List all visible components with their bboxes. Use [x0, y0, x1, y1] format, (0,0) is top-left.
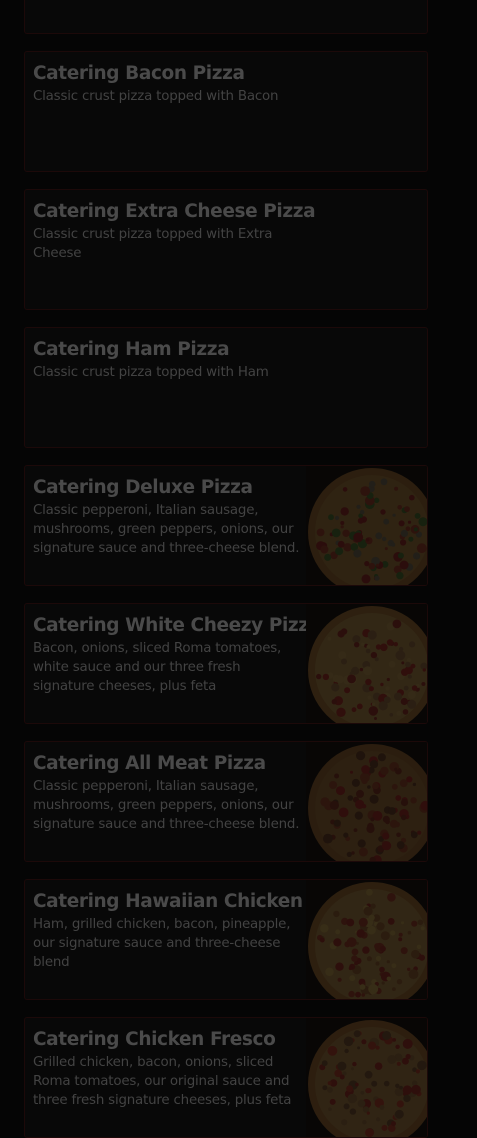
menu-item-title: Catering Chicken Fresco [33, 1029, 276, 1050]
menu-item-description: Classic crust pizza topped with Extra Ch… [33, 227, 273, 261]
menu-item-card-white-cheezy-pizza[interactable]: Catering White Cheezy Pizza Bacon, onion… [24, 603, 428, 724]
menu-item-text: Catering Ham Pizza Classic crust pizza t… [33, 337, 299, 382]
menu-item-description: Classic pepperoni, Italian sausage, mush… [33, 779, 300, 832]
menu-item-text: Catering All Meat Pizza Classic pepperon… [33, 751, 301, 834]
menu-item-text: Catering White Cheezy Pizza Bacon, onion… [33, 613, 321, 696]
menu-item-description: Ham, grilled chicken, bacon, pineapple, … [33, 917, 291, 970]
menu-item-title: Catering Bacon Pizza [33, 63, 245, 84]
menu-item-card-all-meat-pizza[interactable]: Catering All Meat Pizza Classic pepperon… [24, 741, 428, 862]
menu-item-description: Classic crust pizza topped with Ham [33, 365, 269, 380]
menu-item-text: Catering Hawaiian Chicken Ham, grilled c… [33, 889, 303, 972]
menu-item-card-deluxe-pizza[interactable]: Catering Deluxe Pizza Classic pepperoni,… [24, 465, 428, 586]
pizza-image [306, 742, 427, 861]
menu-item-title: Catering All Meat Pizza [33, 753, 266, 774]
menu-item-description: Classic pepperoni, Italian sausage, mush… [33, 503, 300, 556]
menu-item-description: Grilled chicken, bacon, onions, sliced R… [33, 1055, 292, 1108]
menu-item-text: Catering Extra Cheese Pizza Classic crus… [33, 199, 316, 263]
menu-item-card-hawaiian-chicken[interactable]: Catering Hawaiian Chicken Ham, grilled c… [24, 879, 428, 1000]
menu-item-title: Catering Extra Cheese Pizza [33, 201, 316, 222]
menu-item-card-previous[interactable] [24, 0, 428, 34]
pizza-image [306, 1018, 427, 1137]
menu-item-title: Catering Deluxe Pizza [33, 477, 253, 498]
menu-item-text: Catering Chicken Fresco Grilled chicken,… [33, 1027, 301, 1110]
menu-item-title: Catering Ham Pizza [33, 339, 230, 360]
menu-item-card-bacon-pizza[interactable]: Catering Bacon Pizza Classic crust pizza… [24, 51, 428, 172]
menu-item-text: Catering Deluxe Pizza Classic pepperoni,… [33, 475, 301, 558]
menu-item-card-chicken-fresco[interactable]: Catering Chicken Fresco Grilled chicken,… [24, 1017, 428, 1138]
menu-item-title: Catering White Cheezy Pizza [33, 615, 321, 636]
menu-item-text: Catering Bacon Pizza Classic crust pizza… [33, 61, 299, 106]
menu-item-card-extra-cheese-pizza[interactable]: Catering Extra Cheese Pizza Classic crus… [24, 189, 428, 310]
menu-item-card-ham-pizza[interactable]: Catering Ham Pizza Classic crust pizza t… [24, 327, 428, 448]
menu-item-title: Catering Hawaiian Chicken [33, 891, 303, 912]
menu-item-description: Classic crust pizza topped with Bacon [33, 89, 279, 104]
menu-item-description: Bacon, onions, sliced Roma tomatoes, whi… [33, 641, 282, 694]
pizza-image [306, 466, 427, 585]
pizza-image [306, 880, 427, 999]
catering-menu-list: Catering Bacon Pizza Classic crust pizza… [0, 0, 477, 1138]
pizza-image [306, 604, 427, 723]
